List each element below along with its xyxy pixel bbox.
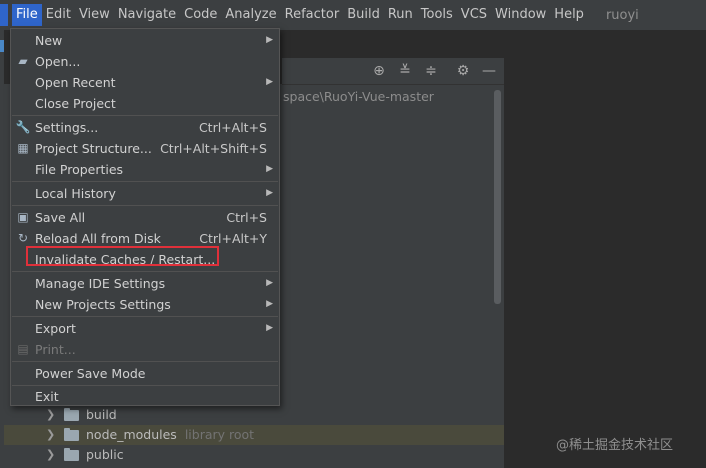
tree-item-label: build [86,407,117,422]
menu-build[interactable]: Build [343,4,384,26]
menu-item-save-all[interactable]: ▣ Save All Ctrl+S [11,207,279,228]
menu-separator [12,115,278,116]
submenu-arrow-icon: ▶ [266,77,273,87]
menu-separator [12,316,278,317]
tree-item-label: public [86,447,124,462]
folder-open-icon: ▰ [18,54,28,68]
menu-item-project-structure[interactable]: ▦ Project Structure... Ctrl+Alt+Shift+S [11,138,279,159]
save-icon: ▣ [17,210,29,224]
menu-run[interactable]: Run [384,4,417,26]
menu-edit[interactable]: Edit [42,4,75,26]
reload-icon: ↻ [17,231,29,245]
menu-item-manage-ide-settings[interactable]: Manage IDE Settings ▶ [11,273,279,294]
annotation-highlight-box [26,246,219,266]
folder-icon [64,448,79,461]
menu-separator [12,205,278,206]
gear-icon[interactable]: ⚙ [454,62,472,80]
folder-icon [64,428,79,441]
hide-icon[interactable]: — [480,62,498,80]
app-icon [0,4,8,26]
folder-icon [64,408,79,421]
menu-view[interactable]: View [75,4,114,26]
project-tab-marker[interactable] [0,40,4,52]
menu-help[interactable]: Help [550,4,588,26]
menu-item-local-history[interactable]: Local History ▶ [11,183,279,204]
menu-item-file-properties[interactable]: File Properties ▶ [11,159,279,180]
submenu-arrow-icon: ▶ [266,35,273,45]
project-path: space\RuoYi-Vue-master [283,89,434,104]
watermark: @稀土掘金技术社区 [556,438,674,453]
wrench-icon: 🔧 [15,120,31,134]
tree-item-node-modules[interactable]: ❯ node_modules library root [4,425,504,445]
menu-separator [12,361,278,362]
menu-item-open-recent[interactable]: Open Recent ▶ [11,72,279,93]
menu-item-open[interactable]: ▰ Open... [11,51,279,72]
menu-code[interactable]: Code [180,4,221,26]
menu-item-print: ▤ Print... [11,339,279,360]
menu-separator [12,271,278,272]
print-icon: ▤ [17,342,29,356]
chevron-right-icon[interactable]: ❯ [46,425,55,445]
menu-item-new-projects-settings[interactable]: New Projects Settings ▶ [11,294,279,315]
menu-bar: File Edit View Navigate Code Analyze Ref… [0,0,706,30]
submenu-arrow-icon: ▶ [266,188,273,198]
chevron-right-icon[interactable]: ❯ [46,445,55,465]
menu-item-export[interactable]: Export ▶ [11,318,279,339]
chevron-right-icon[interactable]: ❯ [46,405,55,425]
menu-tools[interactable]: Tools [417,4,457,26]
menu-item-power-save-mode[interactable]: Power Save Mode [11,363,279,384]
project-tool-header: ⊕ ≚ ≑ ⚙ — [282,58,504,85]
project-structure-icon: ▦ [17,141,29,155]
menu-navigate[interactable]: Navigate [114,4,180,26]
menu-item-exit[interactable]: Exit [11,386,279,407]
submenu-arrow-icon: ▶ [266,299,273,309]
submenu-arrow-icon: ▶ [266,164,273,174]
tree-item-label: node_modules library root [86,427,255,442]
editor-area [504,58,706,468]
project-name: ruoyi [605,7,639,23]
menu-item-settings[interactable]: 🔧 Settings... Ctrl+Alt+S [11,117,279,138]
file-menu-dropdown: New ▶ ▰ Open... Open Recent ▶ Close Proj… [10,28,280,406]
tree-item-public[interactable]: ❯ public [4,445,504,465]
menu-window[interactable]: Window [491,4,550,26]
menu-refactor[interactable]: Refactor [281,4,344,26]
submenu-arrow-icon: ▶ [266,323,273,333]
tree-item-build[interactable]: ❯ build [4,405,504,425]
submenu-arrow-icon: ▶ [266,278,273,288]
menu-separator [12,181,278,182]
expand-all-icon[interactable]: ≚ [396,62,414,80]
scrollbar[interactable] [494,90,501,304]
menu-vcs[interactable]: VCS [457,4,491,26]
menu-file[interactable]: File [12,4,42,26]
library-root-label: library root [184,427,255,442]
menu-analyze[interactable]: Analyze [221,4,280,26]
menu-item-close-project[interactable]: Close Project [11,93,279,114]
collapse-all-icon[interactable]: ≑ [422,62,440,80]
menu-item-new[interactable]: New ▶ [11,30,279,51]
locate-icon[interactable]: ⊕ [370,62,388,80]
